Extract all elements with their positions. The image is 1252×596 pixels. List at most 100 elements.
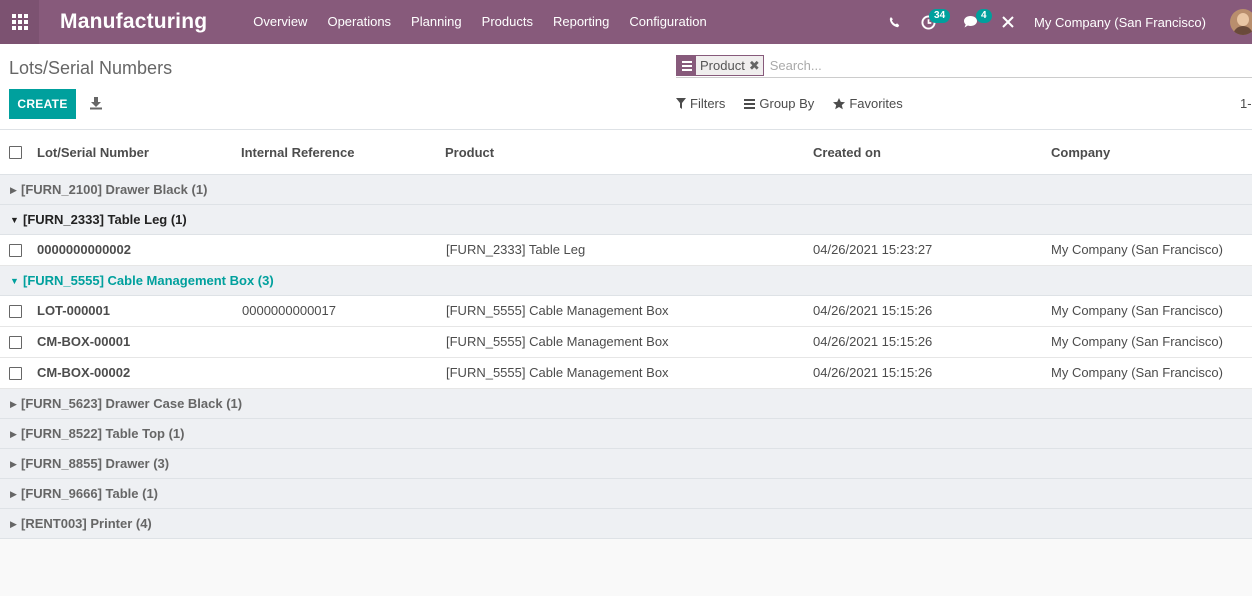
group-label: [FURN_5555] Cable Management Box (3) — [23, 273, 274, 288]
messages-badge: 4 — [976, 9, 992, 23]
caret-right-icon: ▶ — [10, 519, 17, 529]
group-label: [FURN_2100] Drawer Black (1) — [21, 182, 208, 197]
facet-remove-icon[interactable]: ✖ — [749, 58, 763, 74]
group-label: [RENT003] Printer (4) — [21, 516, 152, 531]
funnel-icon — [676, 98, 686, 109]
cell-company: My Company (San Francisco) — [1051, 242, 1223, 257]
cell-lot: CM-BOX-00002 — [37, 365, 131, 380]
download-icon — [90, 97, 102, 110]
phone-button[interactable] — [882, 0, 906, 44]
debug-button[interactable] — [1000, 0, 1016, 44]
group-label: [FURN_5623] Drawer Case Black (1) — [21, 396, 243, 411]
groupby-button[interactable]: Group By — [744, 96, 814, 111]
row-checkbox[interactable] — [9, 305, 22, 318]
menu-item-products[interactable]: Products — [472, 0, 543, 44]
search-bar: Product ✖ — [676, 54, 1252, 78]
facet-label: Product — [700, 58, 745, 73]
group-row[interactable]: ▶ [RENT003] Printer (4) — [0, 509, 1252, 539]
favorites-label: Favorites — [849, 96, 903, 111]
cell-created-on: 04/26/2021 15:15:26 — [813, 334, 933, 349]
menu-item-reporting[interactable]: Reporting — [543, 0, 619, 44]
cell-lot: CM-BOX-00001 — [37, 334, 131, 349]
filters-button[interactable]: Filters — [676, 96, 725, 111]
main-navbar: Manufacturing Overview Operations Planni… — [0, 0, 1252, 44]
breadcrumb: Lots/Serial Numbers — [9, 58, 173, 78]
cell-product: [FURN_5555] Cable Management Box — [446, 303, 669, 318]
menu-item-operations[interactable]: Operations — [317, 0, 401, 44]
column-header-lot[interactable]: Lot/Serial Number — [37, 130, 149, 175]
bars-icon — [744, 98, 756, 109]
group-row[interactable]: ▶ [FURN_8855] Drawer (3) — [0, 449, 1252, 479]
group-row[interactable]: ▶ [FURN_8522] Table Top (1) — [0, 419, 1252, 449]
menu-item-configuration[interactable]: Configuration — [619, 0, 716, 44]
table-row[interactable]: LOT-000001 0000000000017 [FURN_5555] Cab… — [0, 296, 1252, 327]
row-checkbox[interactable] — [9, 244, 22, 257]
menu-item-planning[interactable]: Planning — [401, 0, 472, 44]
row-checkbox[interactable] — [9, 367, 22, 380]
search-input[interactable] — [769, 58, 1070, 73]
column-header-internal-reference[interactable]: Internal Reference — [241, 130, 354, 175]
cell-company: My Company (San Francisco) — [1051, 365, 1223, 380]
caret-right-icon: ▶ — [10, 489, 17, 499]
caret-right-icon: ▶ — [10, 459, 17, 469]
app-brand[interactable]: Manufacturing — [60, 10, 207, 34]
close-icon — [1002, 16, 1014, 28]
table-header: Lot/Serial Number Internal Reference Pro… — [0, 130, 1252, 175]
control-panel: Lots/Serial Numbers CREATE Product ✖ Fil… — [0, 44, 1252, 130]
top-menu: Overview Operations Planning Products Re… — [243, 0, 716, 44]
create-button[interactable]: CREATE — [9, 89, 76, 119]
apps-menu-button[interactable] — [0, 0, 39, 44]
apps-grid-icon — [11, 14, 28, 30]
systray: 34 4 My Company (San Francisco) — [882, 0, 1252, 44]
messages-button[interactable]: 4 — [960, 0, 992, 44]
caret-right-icon: ▶ — [10, 429, 17, 439]
group-row[interactable]: ▼ [FURN_5555] Cable Management Box (3) — [0, 266, 1252, 296]
cell-created-on: 04/26/2021 15:15:26 — [813, 365, 933, 380]
group-by-facet-icon — [677, 56, 696, 75]
table-row[interactable]: 0000000000002 [FURN_2333] Table Leg 04/2… — [0, 235, 1252, 266]
activity-button[interactable]: 34 — [916, 0, 951, 44]
group-row[interactable]: ▶ [FURN_5623] Drawer Case Black (1) — [0, 389, 1252, 419]
phone-icon — [889, 16, 899, 27]
group-label: [FURN_8855] Drawer (3) — [21, 456, 170, 471]
row-checkbox[interactable] — [9, 336, 22, 349]
cell-company: My Company (San Francisco) — [1051, 334, 1223, 349]
user-avatar[interactable] — [1230, 9, 1252, 35]
cell-lot: 0000000000002 — [37, 242, 131, 257]
menu-item-overview[interactable]: Overview — [243, 0, 317, 44]
pager-value[interactable]: 1- — [1240, 96, 1252, 111]
group-row[interactable]: ▶ [FURN_9666] Table (1) — [0, 479, 1252, 509]
group-label: [FURN_9666] Table (1) — [21, 486, 159, 501]
select-all-checkbox[interactable] — [9, 146, 22, 159]
cell-created-on: 04/26/2021 15:23:27 — [813, 242, 933, 257]
cell-product: [FURN_2333] Table Leg — [446, 242, 586, 257]
cell-created-on: 04/26/2021 15:15:26 — [813, 303, 933, 318]
company-switcher[interactable]: My Company (San Francisco) — [1034, 15, 1206, 30]
caret-down-icon: ▼ — [10, 215, 19, 225]
groupby-label: Group By — [759, 96, 815, 111]
table-row[interactable]: CM-BOX-00002 [FURN_5555] Cable Managemen… — [0, 358, 1252, 389]
search-options: Filters Group By Favorites — [676, 96, 922, 111]
group-label: [FURN_2333] Table Leg (1) — [23, 212, 187, 227]
star-icon — [833, 97, 846, 109]
export-button[interactable] — [89, 96, 103, 110]
cell-company: My Company (San Francisco) — [1051, 303, 1223, 318]
favorites-button[interactable]: Favorites — [833, 96, 903, 111]
caret-right-icon: ▶ — [10, 399, 17, 409]
lots-list-view: Lot/Serial Number Internal Reference Pro… — [0, 130, 1252, 539]
table-row[interactable]: CM-BOX-00001 [FURN_5555] Cable Managemen… — [0, 327, 1252, 358]
column-header-created-on[interactable]: Created on — [813, 130, 881, 175]
caret-right-icon: ▶ — [10, 185, 17, 195]
filters-label: Filters — [690, 96, 726, 111]
activity-badge: 34 — [929, 9, 951, 23]
column-header-company[interactable]: Company — [1051, 130, 1110, 175]
caret-down-icon: ▼ — [10, 276, 19, 286]
column-header-product[interactable]: Product — [445, 130, 494, 175]
group-label: [FURN_8522] Table Top (1) — [21, 426, 185, 441]
cell-internal-reference: 0000000000017 — [242, 303, 336, 318]
cell-product: [FURN_5555] Cable Management Box — [446, 365, 669, 380]
search-facet-product: Product ✖ — [676, 55, 764, 76]
cell-lot: LOT-000001 — [37, 303, 110, 318]
group-row[interactable]: ▶ [FURN_2100] Drawer Black (1) — [0, 175, 1252, 205]
group-row[interactable]: ▼ [FURN_2333] Table Leg (1) — [0, 205, 1252, 235]
